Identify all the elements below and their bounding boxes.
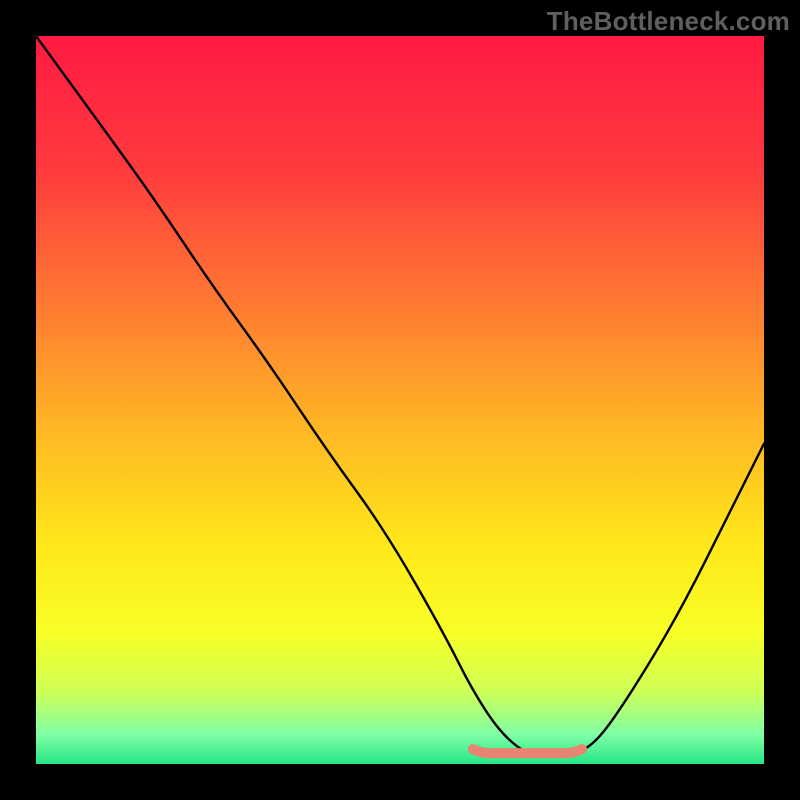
flat-minimum-marker (473, 749, 582, 753)
chart-svg (0, 0, 800, 800)
chart-frame: TheBottleneck.com (0, 0, 800, 800)
watermark-text: TheBottleneck.com (547, 6, 790, 37)
